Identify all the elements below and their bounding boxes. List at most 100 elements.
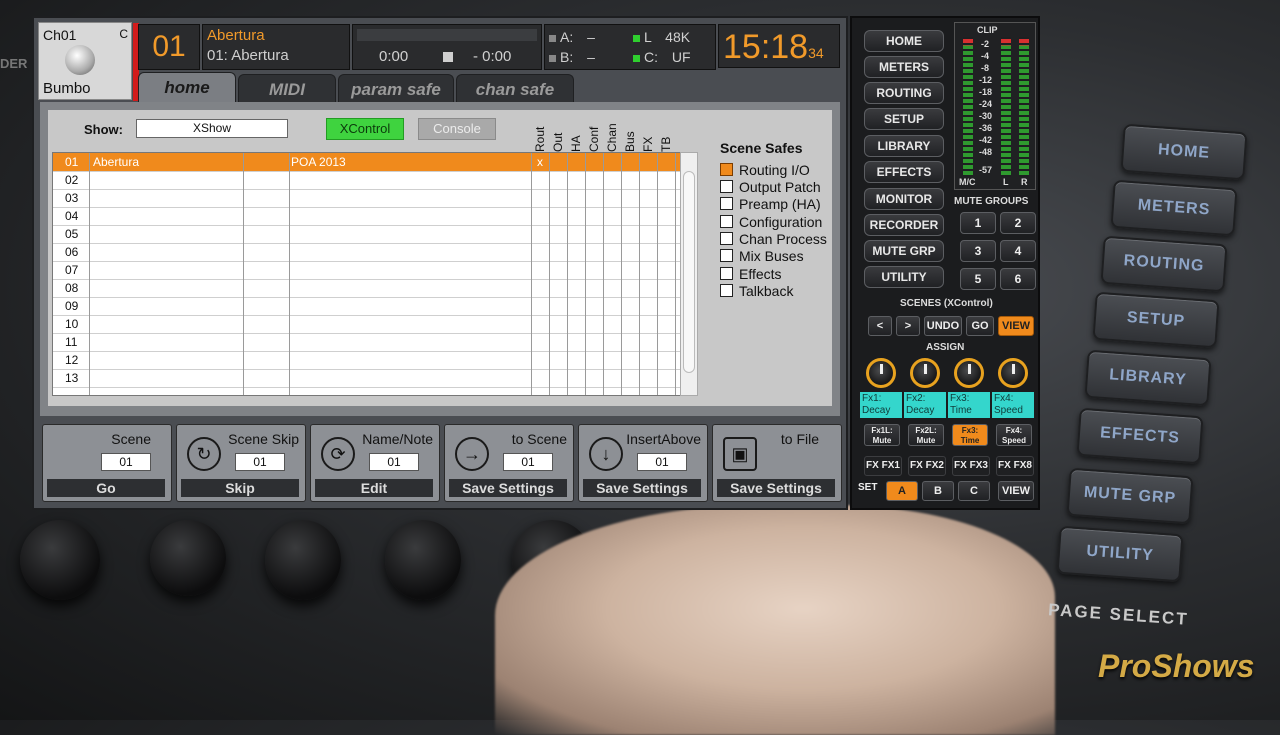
set-view-button[interactable]: VIEW: [998, 481, 1034, 501]
checkbox-icon[interactable]: [720, 180, 733, 193]
scene-table: 01 Abertura POA 2013 x 02 03 04 05 06 07 08…: [52, 152, 682, 396]
clock: 15:1834: [718, 24, 840, 68]
nav-routing-button[interactable]: ROUTING: [864, 82, 944, 104]
checkbox-icon[interactable]: [720, 197, 733, 210]
table-row[interactable]: 04: [53, 207, 681, 226]
set-a-button[interactable]: A: [886, 481, 918, 501]
table-row[interactable]: 02: [53, 171, 681, 190]
edit-number-field[interactable]: 01: [369, 453, 419, 471]
scrollbar-thumb[interactable]: [683, 171, 695, 373]
scene-scrollbar[interactable]: [680, 152, 698, 396]
checkbox-icon[interactable]: [720, 232, 733, 245]
scene-undo-button[interactable]: UNDO: [924, 316, 962, 336]
transport-display: 0:00 - 0:00: [352, 24, 542, 70]
meter-bar-r: [1019, 37, 1029, 177]
set-c-button[interactable]: C: [958, 481, 990, 501]
nav-home-button[interactable]: HOME: [864, 30, 944, 52]
channel-box[interactable]: Ch01 C Bumbo: [38, 22, 139, 101]
insert-above-box: ↓ InsertAbove 01 Save Settings: [578, 424, 708, 502]
status-a: A: –: [549, 29, 595, 45]
stop-icon[interactable]: [443, 52, 453, 62]
mute-group-2-button[interactable]: 2: [1000, 212, 1036, 234]
table-row[interactable]: 09: [53, 297, 681, 316]
scene-go-button[interactable]: GO: [966, 316, 994, 336]
edit-button[interactable]: Edit: [315, 479, 433, 497]
skip-button[interactable]: Skip: [181, 479, 299, 497]
assign-button-2[interactable]: Fx2L: Mute: [908, 424, 944, 446]
assign-knob-4[interactable]: [998, 358, 1028, 388]
scene-number-field[interactable]: 01: [101, 453, 151, 471]
safe-talkback[interactable]: Talkback: [720, 283, 793, 299]
checkbox-icon[interactable]: [720, 267, 733, 280]
table-row[interactable]: 05: [53, 225, 681, 244]
go-button[interactable]: Go: [47, 479, 165, 497]
tab-home[interactable]: home: [138, 72, 236, 103]
assign-button-1[interactable]: Fx1L: Mute: [864, 424, 900, 446]
tab-param-safe[interactable]: param safe: [338, 74, 454, 103]
table-row[interactable]: 11: [53, 333, 681, 352]
clock-seconds: 34: [808, 45, 824, 61]
nav-setup-button[interactable]: SETUP: [864, 108, 944, 130]
edit-scene-box: ⟳ Name/Note 01 Edit: [310, 424, 440, 502]
safe-routing-io[interactable]: Routing I/O: [720, 162, 810, 178]
tab-midi[interactable]: MIDI: [238, 74, 336, 103]
console-button[interactable]: Console: [418, 118, 496, 140]
table-row[interactable]: 12: [53, 351, 681, 370]
safe-mix-buses[interactable]: Mix Buses: [720, 248, 804, 264]
checkbox-icon[interactable]: [720, 163, 733, 176]
mute-group-4-button[interactable]: 4: [1000, 240, 1036, 262]
mute-group-5-button[interactable]: 5: [960, 268, 996, 290]
set-b-button[interactable]: B: [922, 481, 954, 501]
table-row[interactable]: 10: [53, 315, 681, 334]
assign-knob-3[interactable]: [954, 358, 984, 388]
safe-effects[interactable]: Effects: [720, 266, 782, 282]
xcontrol-button[interactable]: XControl: [326, 118, 404, 140]
nav-monitor-button[interactable]: MONITOR: [864, 188, 944, 210]
safe-preamp[interactable]: Preamp (HA): [720, 196, 821, 212]
checkbox-icon[interactable]: [720, 249, 733, 262]
scene-prev-button[interactable]: <: [868, 316, 892, 336]
table-row[interactable]: 07: [53, 261, 681, 280]
fx-button-1[interactable]: FX FX1: [864, 456, 902, 476]
status-a-value: –: [587, 29, 595, 45]
table-row[interactable]: 08: [53, 279, 681, 298]
table-row[interactable]: 03: [53, 189, 681, 208]
fx-button-4[interactable]: FX FX8: [996, 456, 1034, 476]
save-settings-button[interactable]: Save Settings: [717, 479, 835, 497]
assign-button-4[interactable]: Fx4: Speed: [996, 424, 1032, 446]
fx-button-3[interactable]: FX FX3: [952, 456, 990, 476]
save-settings-button[interactable]: Save Settings: [449, 479, 567, 497]
assign-button-3[interactable]: Fx3: Time: [952, 424, 988, 446]
safe-output-patch[interactable]: Output Patch: [720, 179, 821, 195]
assign-knob-2[interactable]: [910, 358, 940, 388]
scene-next-button[interactable]: >: [896, 316, 920, 336]
nav-library-button[interactable]: LIBRARY: [864, 135, 944, 157]
scene-view-button[interactable]: VIEW: [998, 316, 1034, 336]
nav-meters-button[interactable]: METERS: [864, 56, 944, 78]
checkbox-icon[interactable]: [720, 215, 733, 228]
col-conf: Conf: [586, 112, 604, 152]
col-chan: Chan: [604, 112, 622, 152]
mute-group-3-button[interactable]: 3: [960, 240, 996, 262]
table-row[interactable]: 01 Abertura POA 2013 x: [53, 153, 681, 172]
nav-mute-grp-button[interactable]: MUTE GRP: [864, 240, 944, 262]
safe-configuration[interactable]: Configuration: [720, 214, 822, 230]
save-scene-number-field[interactable]: 01: [503, 453, 553, 471]
checkbox-icon[interactable]: [720, 284, 733, 297]
nav-utility-button[interactable]: UTILITY: [864, 266, 944, 288]
nav-effects-button[interactable]: EFFECTS: [864, 161, 944, 183]
tab-chan-safe[interactable]: chan safe: [456, 74, 574, 103]
set-label: SET: [858, 482, 878, 493]
show-name-field[interactable]: XShow: [136, 119, 288, 138]
table-row[interactable]: 13: [53, 369, 681, 388]
nav-recorder-button[interactable]: RECORDER: [864, 214, 944, 236]
skip-number-field[interactable]: 01: [235, 453, 285, 471]
fx-button-2[interactable]: FX FX2: [908, 456, 946, 476]
insert-number-field[interactable]: 01: [637, 453, 687, 471]
safe-chan-process[interactable]: Chan Process: [720, 231, 827, 247]
mute-group-6-button[interactable]: 6: [1000, 268, 1036, 290]
table-row[interactable]: 06: [53, 243, 681, 262]
save-settings-button[interactable]: Save Settings: [583, 479, 701, 497]
mute-group-1-button[interactable]: 1: [960, 212, 996, 234]
assign-knob-1[interactable]: [866, 358, 896, 388]
